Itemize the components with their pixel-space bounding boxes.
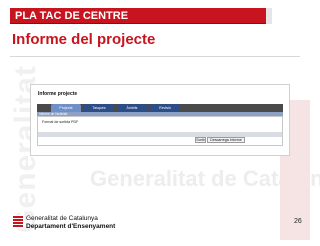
- tab-tasques[interactable]: Tasques: [84, 104, 114, 112]
- tab-ambits[interactable]: Àmbits: [117, 104, 147, 112]
- watermark-line-text: Generalitat de Catalunya: [90, 166, 320, 191]
- generalitat-logo: [12, 215, 24, 234]
- footer-line-1: Generalitat de Catalunya: [26, 215, 98, 222]
- app-screenshot: Informe projecte Projecte Tasques Àmbits…: [30, 84, 290, 156]
- report-form: Format de sortida PDF: [37, 116, 283, 146]
- footer-line-2: Departament d'Ensenyament: [26, 223, 116, 230]
- app-heading: Informe projecte: [38, 91, 78, 97]
- download-report-button[interactable]: Descarrega informe: [207, 137, 245, 143]
- output-format-label: Format de sortida PDF: [42, 120, 79, 124]
- slide-header-bar: PLA TAC DE CENTRE: [10, 8, 266, 24]
- footer-text: Generalitat de Catalunya Departament d'E…: [26, 215, 115, 231]
- tab-projecte[interactable]: Projecte: [51, 104, 81, 112]
- exit-button[interactable]: Sortir: [195, 137, 206, 143]
- generalitat-logo-icon: [12, 215, 24, 229]
- page-number: 26: [294, 218, 302, 225]
- header-accent: [266, 8, 272, 24]
- tab-revisio[interactable]: Revisió: [150, 104, 180, 112]
- form-strip: [38, 132, 282, 137]
- title-divider: [10, 56, 300, 57]
- page-title: Informe del projecte: [12, 31, 156, 48]
